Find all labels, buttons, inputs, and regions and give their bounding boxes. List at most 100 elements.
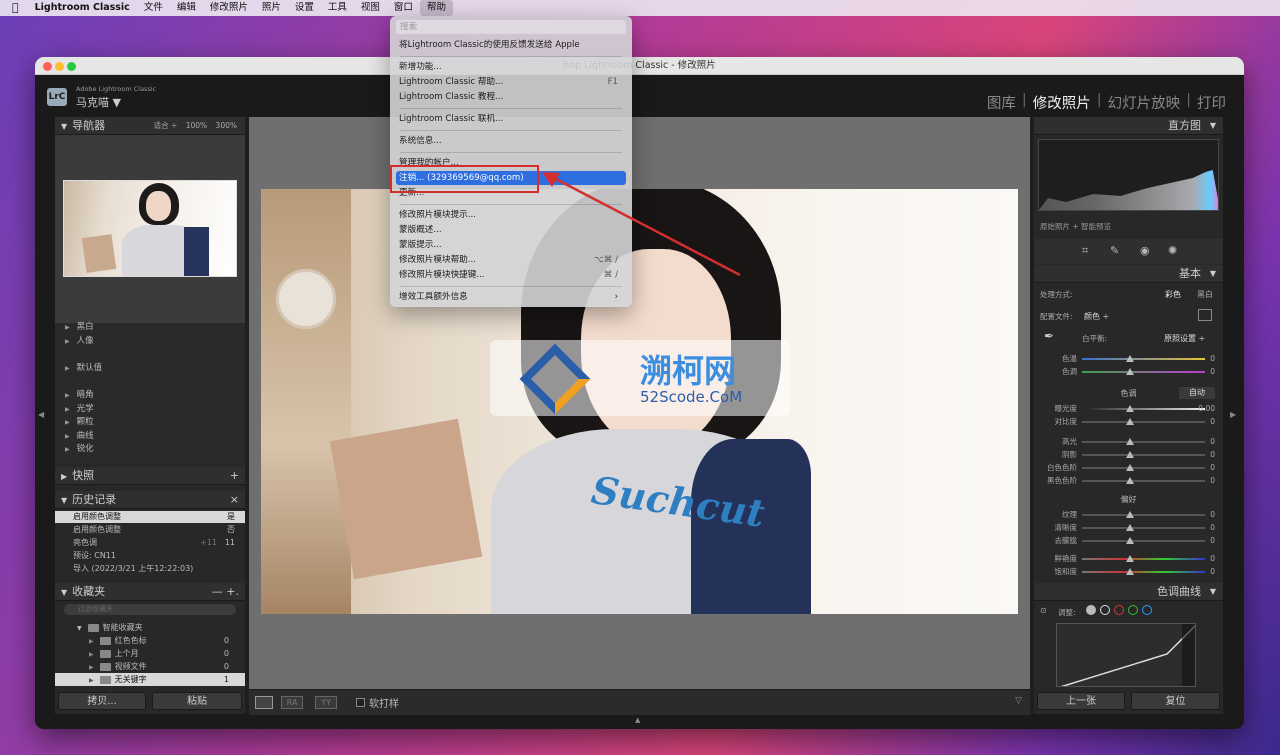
collection-set[interactable]: ▼ 智能收藏夹 — [55, 621, 245, 634]
menu-app-name[interactable]: Lightroom Classic — [28, 0, 137, 16]
green-curve-icon[interactable] — [1128, 605, 1138, 615]
module-develop[interactable]: 修改照片 — [1027, 92, 1097, 113]
collections-header[interactable]: ▼ 收藏夹 — +. — [55, 583, 245, 601]
menu-photo[interactable]: 照片 — [255, 0, 288, 16]
preset-group-optics[interactable]: ▶ 光学 — [55, 403, 245, 416]
filmstrip-toggle-icon[interactable]: ▲ — [635, 716, 640, 724]
wb-eyedropper-icon[interactable]: ✒ — [1044, 329, 1054, 343]
collection-item[interactable]: ▶ 上个月 0 — [55, 647, 245, 660]
menu-settings[interactable]: 设置 — [288, 0, 321, 16]
blue-curve-icon[interactable] — [1142, 605, 1152, 615]
snapshots-header[interactable]: ▶ 快照 + — [55, 467, 245, 485]
add-snapshot-button[interactable]: + — [230, 467, 239, 485]
parametric-curve-icon[interactable] — [1086, 605, 1096, 615]
curve-target-icon[interactable]: ⊙ — [1040, 606, 1047, 615]
history-row[interactable]: 启用颜色调整是 — [55, 511, 245, 523]
masking-icon[interactable]: ✺ — [1168, 244, 1177, 257]
toolbar-menu-icon[interactable]: ▽ — [1015, 696, 1022, 706]
history-header[interactable]: ▼ 历史记录 × — [55, 491, 245, 509]
tint-slider[interactable]: 色调 0 — [1034, 365, 1223, 378]
module-print[interactable]: 打印 — [1191, 92, 1232, 113]
contrast-slider[interactable]: 对比度 0 — [1034, 415, 1223, 428]
crop-icon[interactable]: ⌗ — [1082, 244, 1088, 258]
history-row[interactable]: 导入 (2022/3/21 上午12:22:03) — [55, 563, 245, 575]
point-curve-icon[interactable] — [1100, 605, 1110, 615]
soft-proof-checkbox[interactable] — [356, 698, 365, 707]
collection-item[interactable]: ▶ 视频文件 0 — [55, 660, 245, 673]
module-slideshow[interactable]: 幻灯片放映 — [1102, 92, 1187, 113]
basic-header[interactable]: 基本 ▼ — [1034, 265, 1223, 283]
profile-select[interactable]: 颜色 ÷ — [1084, 311, 1109, 322]
temp-slider[interactable]: 色温 0 — [1034, 352, 1223, 365]
menu-item-whats-new[interactable]: 新增功能... — [396, 60, 626, 74]
preset-group-sharpen[interactable]: ▶ 锐化 — [55, 443, 245, 456]
menu-edit[interactable]: 编辑 — [170, 0, 203, 16]
treatment-color-button[interactable]: 彩色 — [1165, 289, 1181, 300]
histogram-header[interactable]: 直方图 ▼ — [1034, 117, 1223, 135]
identity-user[interactable]: 马克喵 ▼ — [76, 94, 121, 110]
menu-item-system-info[interactable]: 系统信息... — [396, 134, 626, 148]
highlights-slider[interactable]: 高光 0 — [1034, 435, 1223, 448]
menu-help[interactable]: 帮助 — [419, 0, 453, 16]
loupe-view-button[interactable] — [255, 696, 273, 709]
menu-file[interactable]: 文件 — [137, 0, 170, 16]
preset-group-portrait[interactable]: ▶ 人像 — [55, 335, 245, 348]
tone-curve-header[interactable]: 色调曲线 ▼ — [1034, 583, 1223, 601]
red-eye-icon[interactable]: ◉ — [1140, 244, 1150, 257]
zoom-100[interactable]: 100% — [186, 121, 207, 130]
auto-tone-button[interactable]: 自动 — [1179, 387, 1215, 399]
help-search-input[interactable]: 搜索 — [396, 20, 626, 34]
tone-curve-graph[interactable] — [1056, 623, 1196, 687]
copy-settings-button[interactable]: 拷贝... — [58, 692, 146, 710]
preset-group-vignette[interactable]: ▶ 暗角 — [55, 389, 245, 402]
history-row[interactable]: 亮色调 +11 11 — [55, 537, 245, 549]
history-row[interactable]: 预设: CN11 — [55, 550, 245, 562]
right-panel-toggle-icon[interactable]: ▶ — [1230, 410, 1236, 419]
clear-history-button[interactable]: × — [230, 491, 239, 509]
menu-window[interactable]: 窗口 — [387, 0, 420, 16]
collections-controls[interactable]: — +. — [212, 583, 239, 601]
menu-tools[interactable]: 工具 — [321, 0, 354, 16]
healing-icon[interactable]: ✎ — [1110, 244, 1119, 257]
navigator-header[interactable]: ▼ 导航器 适合 ÷ 100% 300% — [55, 117, 245, 135]
dehaze-slider[interactable]: 去朦胧 0 — [1034, 534, 1223, 547]
before-after-split-button[interactable]: YY — [315, 696, 337, 709]
vibrance-slider[interactable]: 鲜艳度 0 — [1034, 552, 1223, 565]
collection-item[interactable]: ▶ 红色色标 0 — [55, 634, 245, 647]
preset-group-bw[interactable]: ▶ 黑白 — [55, 321, 245, 334]
previous-button[interactable]: 上一张 — [1037, 692, 1125, 710]
menu-item-tutorials[interactable]: Lightroom Classic 教程... — [396, 90, 626, 104]
preset-group-curve[interactable]: ▶ 曲线 — [55, 430, 245, 443]
module-library[interactable]: 图库 — [981, 92, 1022, 113]
menu-item-help[interactable]: Lightroom Classic 帮助... F1 — [396, 75, 626, 89]
apple-menu-icon[interactable]:  — [0, 0, 28, 16]
menu-item-send-feedback[interactable]: 将Lightroom Classic的使用反馈发送给 Apple — [396, 38, 626, 52]
preset-group-grain[interactable]: ▶ 颗粒 — [55, 416, 245, 429]
menu-view[interactable]: 视图 — [354, 0, 387, 16]
shadows-slider[interactable]: 阴影 0 — [1034, 448, 1223, 461]
profile-browser-icon[interactable] — [1198, 309, 1212, 321]
before-after-button[interactable]: RA — [281, 696, 303, 709]
wb-select[interactable]: 原照设置 ÷ — [1164, 333, 1205, 344]
menu-item-online[interactable]: Lightroom Classic 联机... — [396, 112, 626, 126]
preset-group-default[interactable]: ▶ 默认值 — [55, 362, 245, 375]
reset-button[interactable]: 复位 — [1131, 692, 1220, 710]
history-row[interactable]: 启用颜色调整否 — [55, 524, 245, 536]
menu-develop[interactable]: 修改照片 — [203, 0, 255, 16]
blacks-slider[interactable]: 黑色色阶 0 — [1034, 474, 1223, 487]
red-curve-icon[interactable] — [1114, 605, 1124, 615]
clarity-slider[interactable]: 清晰度 0 — [1034, 521, 1223, 534]
zoom-300[interactable]: 300% — [216, 121, 237, 130]
whites-slider[interactable]: 白色色阶 0 — [1034, 461, 1223, 474]
texture-slider[interactable]: 纹理 0 — [1034, 508, 1223, 521]
collections-search-input[interactable]: 过滤收藏夹 — [64, 604, 236, 615]
navigator-thumbnail[interactable] — [63, 180, 237, 277]
saturation-slider[interactable]: 饱和度 0 — [1034, 565, 1223, 578]
exposure-slider[interactable]: 曝光度 0.00 — [1034, 402, 1223, 415]
left-panel-toggle-icon[interactable]: ◀ — [38, 410, 44, 419]
zoom-fit[interactable]: 适合 ÷ — [154, 121, 178, 130]
menu-item-plugin-extras[interactable]: 增效工具额外信息 › — [396, 290, 626, 304]
treatment-bw-button[interactable]: 黑白 — [1197, 289, 1213, 300]
paste-settings-button[interactable]: 粘贴 — [152, 692, 242, 710]
collection-item[interactable]: ▶ 无关键字 1 — [55, 673, 245, 686]
